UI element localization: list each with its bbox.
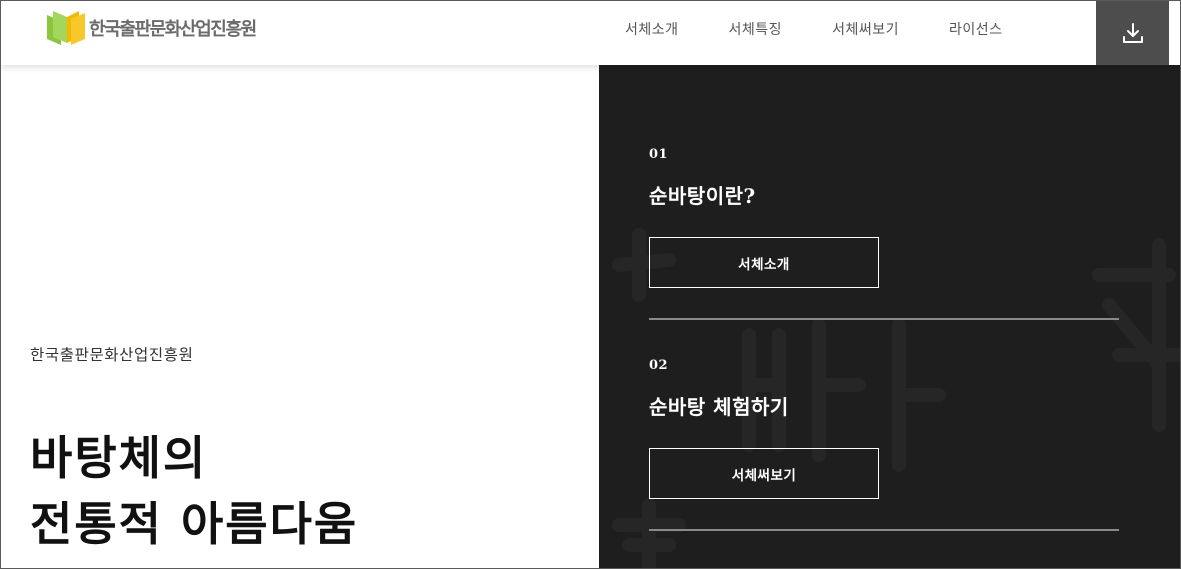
download-icon [1122, 22, 1143, 43]
nav-font-features[interactable]: 서체특징 [729, 19, 783, 39]
section-divider [649, 529, 1119, 531]
intro-org-name: 한국출판문화산업진흥원 [30, 346, 194, 364]
section-divider [649, 318, 1119, 320]
section-title: 순바탕 체험하기 [649, 395, 789, 419]
nav-font-intro[interactable]: 서체소개 [625, 19, 679, 39]
section-title: 순바탕이란? [649, 184, 756, 208]
nav-license[interactable]: 라이선스 [949, 19, 1003, 39]
download-button[interactable] [1096, 0, 1169, 65]
section-number: 02 [649, 358, 669, 373]
nav-font-try[interactable]: 서체써보기 [832, 19, 899, 39]
section-02: 02 순바탕 체험하기 서체써보기 [649, 358, 1119, 531]
site-header: 한국출판문화산업진흥원 서체소개 서체특징 서체써보기 라이선스 [1, 0, 1180, 65]
logo[interactable]: 한국출판문화산업진흥원 [45, 8, 257, 48]
font-try-button[interactable]: 서체써보기 [649, 448, 879, 499]
logo-text: 한국출판문화산업진흥원 [89, 19, 257, 40]
main-nav: 서체소개 서체특징 서체써보기 라이선스 [599, 1, 1053, 57]
section-01: 01 순바탕이란? 서체소개 [649, 147, 1119, 320]
logo-book-icon [47, 11, 85, 45]
font-intro-button[interactable]: 서체소개 [649, 237, 879, 288]
intro-headline: 바탕체의 전통적 아름다움 [30, 425, 358, 557]
headline-line-1: 바탕체의 [30, 431, 208, 485]
feature-panel: 01 순바탕이란? 서체소개 02 순바탕 체험하기 서체써보기 [599, 65, 1180, 568]
headline-line-2: 전통적 아름다움 [30, 497, 359, 551]
section-number: 01 [649, 147, 669, 162]
